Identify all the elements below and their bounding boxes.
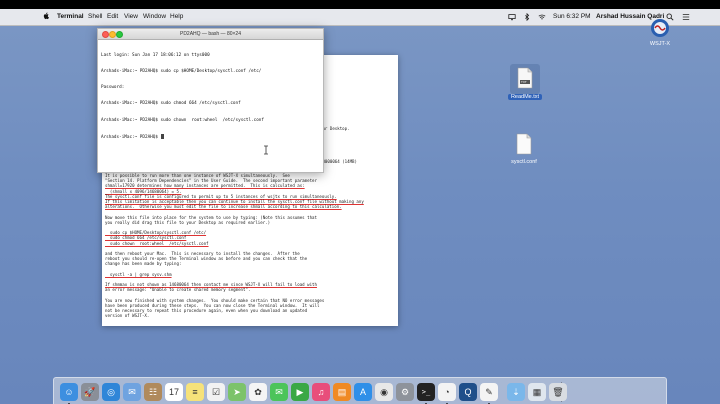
apple-icon[interactable]: [43, 12, 50, 20]
readme-file-icon[interactable]: TXT: [510, 64, 540, 94]
bluetooth-icon[interactable]: [523, 13, 531, 21]
wsjtx-icon-label: WSJT-X: [649, 41, 671, 47]
terminal-cursor: [160, 133, 164, 139]
dock-calendar-icon[interactable]: 17: [165, 383, 183, 401]
notification-center-icon[interactable]: [682, 13, 690, 21]
dock-maps-icon[interactable]: ➤: [228, 383, 246, 401]
terminal-line: Arshads-iMac:~ PD2AHQ$ sudo chown root:w…: [101, 117, 264, 123]
dock-app-store-icon[interactable]: A: [354, 383, 372, 401]
dock: ☺ 🚀 ◎ ✉ ☷ 17 ≡ ☑ ➤ ✿ ✉ ▶ ♫ ▤ A ◉ ⚙ >_ ◔ Q ✎ ⇣ ▦ 🗑: [53, 377, 667, 404]
dock-system-preferences-icon[interactable]: ⚙: [396, 383, 414, 401]
terminal-output[interactable]: Last login: Sun Jan 17 18:06:12 on ttys0…: [98, 40, 323, 153]
dock-contacts-icon[interactable]: ☷: [144, 383, 162, 401]
readme-badge: TXT: [521, 80, 527, 84]
sysctl-file-icon[interactable]: [516, 133, 532, 155]
terminal-line: Password:: [101, 85, 125, 91]
menu-clock[interactable]: Sun 6:32 PM: [553, 13, 591, 20]
top-letterbox: [0, 0, 720, 9]
readme-line: version of WSJT-X.: [105, 313, 150, 319]
wifi-icon[interactable]: [538, 13, 546, 21]
menu-bar: Terminal Shell Edit View Window Help Sun…: [0, 9, 720, 26]
text-cursor-icon: [264, 145, 268, 155]
terminal-title: PD2AHQ — bash — 80×24: [179, 31, 241, 37]
dock-photos-icon[interactable]: ✿: [249, 383, 267, 401]
dock-messages-icon[interactable]: ✉: [270, 383, 288, 401]
dock-notes-icon[interactable]: ≡: [186, 383, 204, 401]
menu-edit[interactable]: Edit: [107, 13, 118, 20]
dock-launchpad-icon[interactable]: 🚀: [81, 383, 99, 401]
dock-facetime-icon[interactable]: ▶: [291, 383, 309, 401]
menu-shell[interactable]: Shell: [88, 13, 102, 20]
dock-ibooks-icon[interactable]: ▤: [333, 383, 351, 401]
dock-reminders-icon[interactable]: ☑: [207, 383, 225, 401]
readme-icon-label: ReadMe.txt: [508, 94, 542, 100]
sysctl-icon-label: sysctl.conf: [511, 159, 537, 165]
dock-quicktime-icon[interactable]: Q: [459, 383, 477, 401]
menu-app-name[interactable]: Terminal: [57, 13, 84, 20]
terminal-prompt: Arshads-iMac:~ PD2AHQ$: [101, 134, 161, 140]
readme-fragment-size: 60000064 (14MB): [320, 159, 357, 164]
menu-help[interactable]: Help: [170, 13, 183, 20]
terminal-line: Last login: Sun Jan 17 18:06:12 on ttys0…: [101, 52, 210, 58]
dock-safari-icon[interactable]: ◎: [102, 383, 120, 401]
dock-terminal-icon[interactable]: >_: [417, 383, 435, 401]
readme-body: It is possible to run more than one inst…: [105, 173, 395, 319]
display-icon[interactable]: [508, 13, 516, 21]
text-document-icon: [517, 67, 533, 89]
wsjtx-app-icon[interactable]: [650, 18, 670, 38]
readme-fragment-desktop: our Desktop.: [320, 126, 350, 131]
terminal-line: Arshads-iMac:~ PD2AHQ$ sudo cp $HOME/Des…: [101, 69, 262, 75]
dock-downloads-folder-icon[interactable]: ⇣: [507, 383, 525, 401]
dock-trash-icon[interactable]: 🗑: [549, 383, 567, 401]
menu-window[interactable]: Window: [143, 13, 166, 20]
terminal-window[interactable]: PD2AHQ — bash — 80×24 Last login: Sun Ja…: [97, 28, 324, 173]
dock-mail-icon[interactable]: ✉: [123, 383, 141, 401]
terminal-line: Arshads-iMac:~ PD2AHQ$ sudo chmod 664 /e…: [101, 101, 241, 107]
dock-itunes-icon[interactable]: ♫: [312, 383, 330, 401]
desktop: Terminal Shell Edit View Window Help Sun…: [0, 9, 720, 404]
terminal-title-bar[interactable]: PD2AHQ — bash — 80×24: [98, 29, 323, 40]
dock-wsjt-x-icon[interactable]: ◔: [438, 383, 456, 401]
dock-documents-stack-icon[interactable]: ▦: [528, 383, 546, 401]
menu-view[interactable]: View: [124, 13, 138, 20]
dock-finder-icon[interactable]: ☺: [60, 383, 78, 401]
dock-chrome-icon[interactable]: ◉: [375, 383, 393, 401]
dock-textedit-icon[interactable]: ✎: [480, 383, 498, 401]
